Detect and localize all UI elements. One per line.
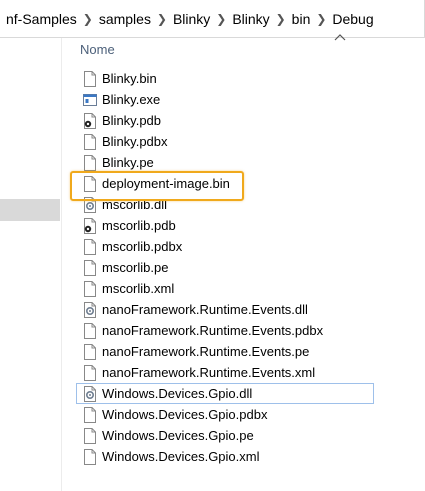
pdb-file-icon	[83, 112, 97, 129]
blank-file-icon	[83, 175, 97, 192]
dll-gear-icon	[83, 301, 97, 318]
breadcrumb-item-debug[interactable]: Debug	[330, 10, 375, 28]
file-name: Blinky.pdb	[102, 113, 162, 128]
blank-file-icon	[83, 259, 97, 276]
navigation-pane[interactable]	[0, 38, 62, 491]
chevron-right-icon[interactable]: ❯	[212, 10, 230, 28]
blank-file-icon	[83, 322, 97, 339]
blank-file-icon	[83, 280, 97, 297]
nav-selected-item[interactable]	[0, 199, 60, 221]
address-bar[interactable]: nf-Samples ❯ samples ❯ Blinky ❯ Blinky ❯…	[0, 0, 425, 38]
pdb-file-icon	[83, 217, 97, 234]
file-name: deployment-image.bin	[102, 176, 230, 191]
breadcrumb-item-nf-samples[interactable]: nf-Samples	[4, 10, 79, 28]
file-list: Blinky.bin Blinky.exe Blinky.pdb Blinky.pdb…	[76, 68, 425, 467]
file-name: nanoFramework.Runtime.Events.pdbx	[102, 323, 324, 338]
file-name: Blinky.pe	[102, 155, 154, 170]
blank-file-icon	[83, 427, 97, 444]
file-row[interactable]: nanoFramework.Runtime.Events.pdbx	[76, 320, 425, 341]
file-row[interactable]: mscorlib.pdb	[76, 215, 425, 236]
file-row[interactable]: Blinky.pdbx	[76, 131, 425, 152]
file-row[interactable]: mscorlib.pe	[76, 257, 425, 278]
file-name: mscorlib.pe	[102, 260, 169, 275]
file-row[interactable]: nanoFramework.Runtime.Events.dll	[76, 299, 425, 320]
file-name: mscorlib.pdbx	[102, 239, 183, 254]
file-row[interactable]: mscorlib.xml	[76, 278, 425, 299]
file-name: Windows.Devices.Gpio.xml	[102, 449, 260, 464]
blank-file-icon	[83, 154, 97, 171]
file-row[interactable]: nanoFramework.Runtime.Events.xml	[76, 362, 425, 383]
chevron-right-icon[interactable]: ❯	[153, 10, 171, 28]
breadcrumb-item-blinky[interactable]: Blinky	[171, 10, 212, 28]
breadcrumb-item-samples[interactable]: samples	[97, 10, 153, 28]
file-row[interactable]: deployment-image.bin	[76, 173, 425, 194]
sort-ascending-icon[interactable]	[333, 32, 347, 42]
file-name: mscorlib.xml	[102, 281, 175, 296]
breadcrumb-item-bin[interactable]: bin	[290, 10, 313, 28]
file-name: Blinky.exe	[102, 92, 161, 107]
breadcrumb: nf-Samples ❯ samples ❯ Blinky ❯ Blinky ❯…	[4, 10, 376, 28]
blank-file-icon	[83, 343, 97, 360]
file-name: mscorlib.pdb	[102, 218, 176, 233]
file-name: nanoFramework.Runtime.Events.dll	[102, 302, 308, 317]
file-row[interactable]: Blinky.pdb	[76, 110, 425, 131]
chevron-right-icon[interactable]: ❯	[312, 10, 330, 28]
blank-file-icon	[83, 364, 97, 381]
file-name: nanoFramework.Runtime.Events.pe	[102, 344, 310, 359]
file-name: Windows.Devices.Gpio.pdbx	[102, 407, 268, 422]
blank-file-icon	[83, 70, 97, 87]
chevron-right-icon[interactable]: ❯	[272, 10, 290, 28]
file-name: mscorlib.dll	[102, 197, 168, 212]
file-name: Windows.Devices.Gpio.pe	[102, 428, 254, 443]
breadcrumb-item-blinky-sub[interactable]: Blinky	[230, 10, 271, 28]
executable-icon	[83, 92, 97, 108]
file-explorer-window: nf-Samples ❯ samples ❯ Blinky ❯ Blinky ❯…	[0, 0, 425, 491]
file-row[interactable]: Windows.Devices.Gpio.pdbx	[76, 404, 425, 425]
file-row[interactable]: Blinky.exe	[76, 89, 425, 110]
blank-file-icon	[83, 238, 97, 255]
file-row[interactable]: mscorlib.pdbx	[76, 236, 425, 257]
file-name: Blinky.pdbx	[102, 134, 168, 149]
file-row[interactable]: Windows.Devices.Gpio.pe	[76, 425, 425, 446]
file-row[interactable]: Windows.Devices.Gpio.xml	[76, 446, 425, 467]
file-row[interactable]: nanoFramework.Runtime.Events.pe	[76, 341, 425, 362]
dll-gear-icon	[83, 196, 97, 213]
file-row[interactable]: Blinky.bin	[76, 68, 425, 89]
blank-file-icon	[83, 406, 97, 423]
file-row[interactable]: mscorlib.dll	[76, 194, 425, 215]
file-row[interactable]: Blinky.pe	[76, 152, 425, 173]
column-header-name[interactable]: Nome	[80, 42, 115, 57]
chevron-right-icon[interactable]: ❯	[79, 10, 97, 28]
file-name: nanoFramework.Runtime.Events.xml	[102, 365, 316, 380]
dll-gear-icon	[83, 385, 97, 402]
blank-file-icon	[83, 448, 97, 465]
file-name: Windows.Devices.Gpio.dll	[102, 386, 253, 401]
blank-file-icon	[83, 133, 97, 150]
file-name: Blinky.bin	[102, 71, 157, 86]
file-row[interactable]: Windows.Devices.Gpio.dll	[76, 383, 374, 404]
